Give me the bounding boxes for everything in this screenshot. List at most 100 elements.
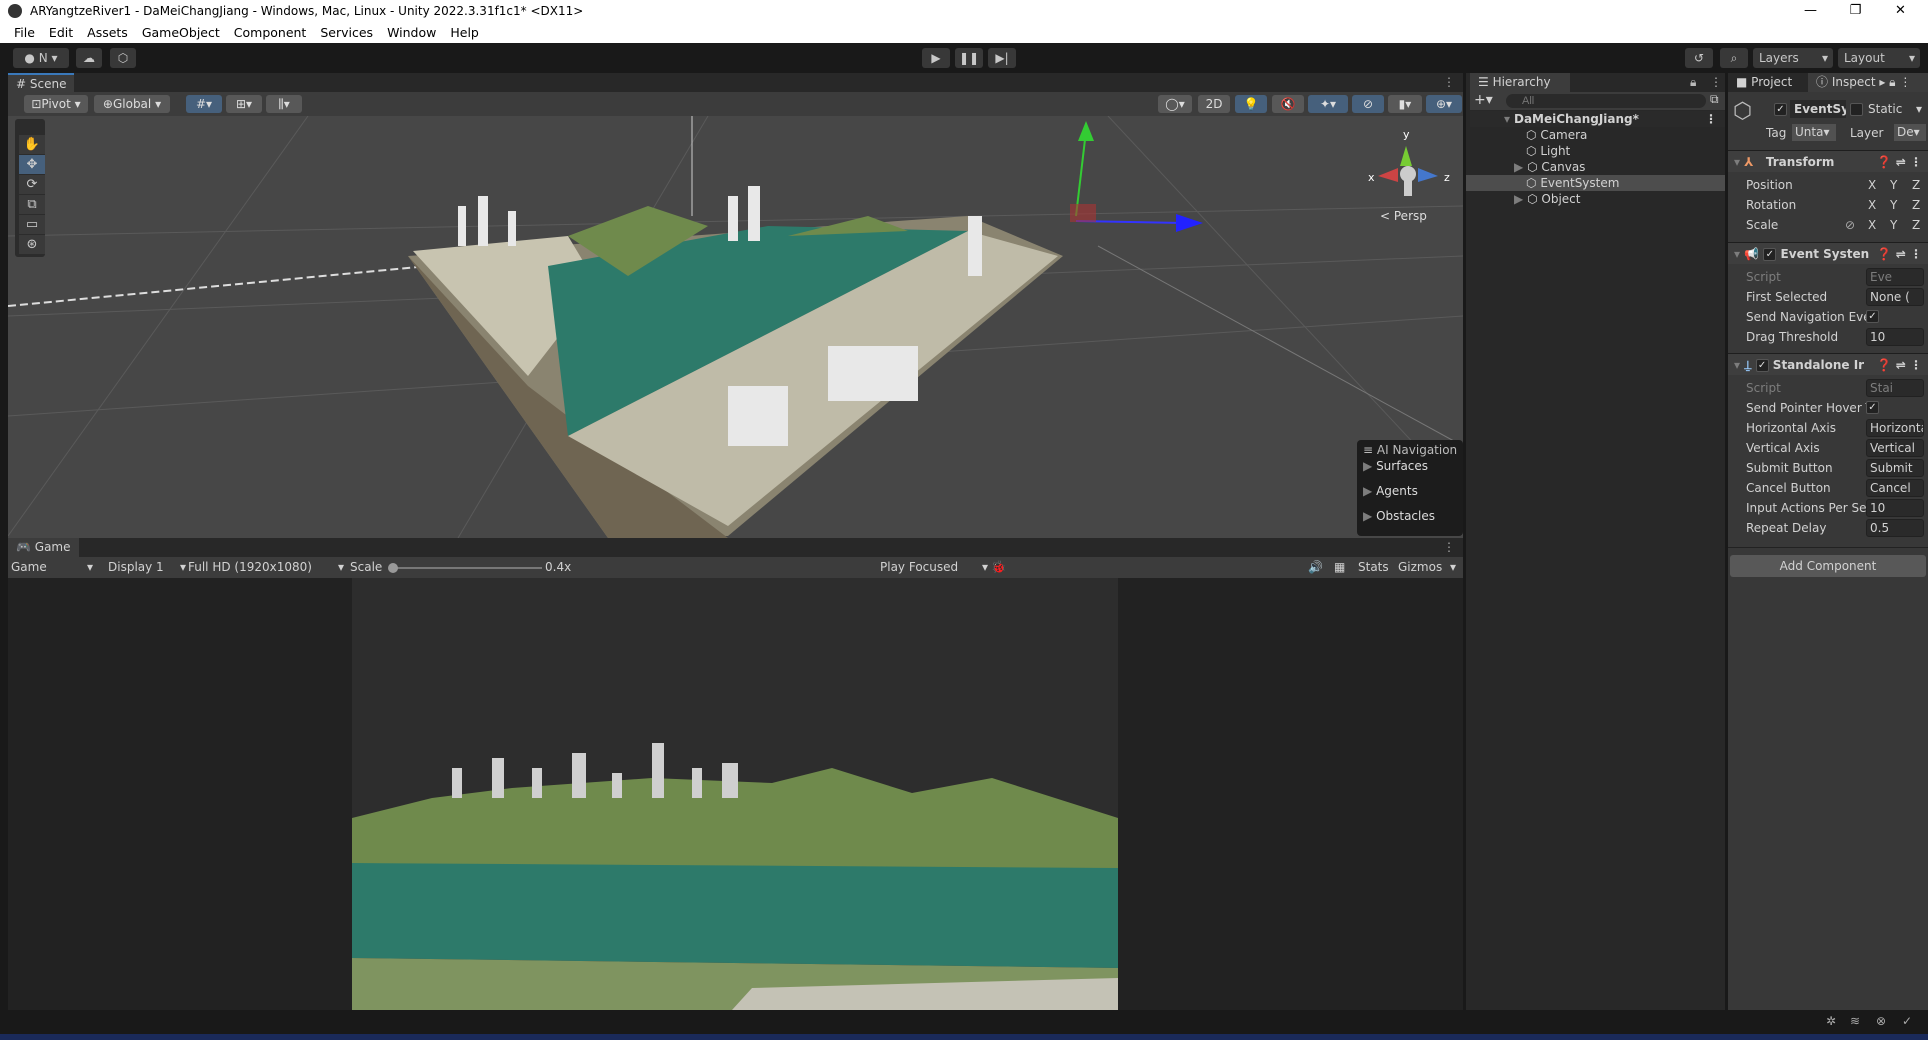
tab-project[interactable]: ■ Project	[1728, 73, 1808, 92]
stats-button[interactable]: Stats	[1358, 557, 1389, 578]
layers-dropdown[interactable]: Layers ▾	[1753, 48, 1833, 68]
tab-hierarchy[interactable]: ☰ Hierarchy	[1470, 73, 1570, 92]
static-dropdown[interactable]: ▾	[1916, 102, 1922, 116]
gizmos-button[interactable]: Gizmos	[1398, 557, 1442, 578]
account-button[interactable]: ● N ▾	[13, 48, 69, 68]
hierarchy-item-camera[interactable]: ⬡ Camera	[1466, 127, 1721, 143]
snap-increment-button[interactable]: ⊞▾	[226, 95, 262, 113]
constrain-proportions-icon[interactable]: ⊘	[1845, 218, 1855, 232]
drag-threshold-field[interactable]: 10	[1866, 328, 1924, 346]
hierarchy-item-light[interactable]: ⬡ Light	[1466, 143, 1721, 159]
play-focused-dropdown[interactable]: Play Focused ▾	[880, 557, 992, 578]
hand-tool[interactable]: ✋	[19, 135, 45, 154]
pause-button[interactable]: ❚❚	[955, 48, 983, 68]
object-name-field[interactable]: EventSy	[1790, 100, 1846, 118]
hierarchy-scene-root[interactable]: ▾ DaMeiChangJiang* ⋮	[1470, 111, 1725, 127]
add-button[interactable]: +▾	[1474, 92, 1493, 108]
grid-icon[interactable]: ▦	[1334, 557, 1345, 578]
menu-help[interactable]: Help	[450, 22, 479, 43]
ai-nav-obstacles[interactable]: ▶ Obstacles	[1363, 509, 1435, 523]
menu-edit[interactable]: Edit	[49, 22, 73, 43]
hierarchy-item-canvas[interactable]: ▶ ⬡ Canvas	[1466, 159, 1721, 175]
audio-toggle[interactable]: 🔇	[1272, 95, 1304, 113]
more-options-icon[interactable]: ⋮	[1443, 75, 1455, 89]
tab-inspector[interactable]: ⓘ Inspect ▸ 🔒︎ ⋮	[1808, 73, 1928, 92]
more-options-icon[interactable]: ⋮	[1710, 75, 1722, 89]
step-button[interactable]: ▶|	[988, 48, 1016, 68]
hierarchy-item-eventsystem[interactable]: ⬡ EventSystem	[1466, 175, 1725, 191]
draw-mode-dropdown[interactable]: ◯▾	[1158, 95, 1192, 113]
active-checkbox[interactable]: ✓	[1774, 103, 1787, 116]
layout-dropdown[interactable]: Layout ▾	[1838, 48, 1920, 68]
rect-tool[interactable]: ▭	[19, 215, 45, 234]
transform-tool[interactable]: ⊛	[19, 235, 45, 254]
cloud-button[interactable]: ☁	[76, 48, 102, 68]
game-viewport[interactable]	[8, 578, 1463, 1010]
search-button[interactable]: ⌕	[1720, 48, 1748, 68]
horizontal-axis-field[interactable]: Horizonta	[1866, 419, 1924, 437]
status-check-icon[interactable]: ✓	[1902, 1014, 1912, 1028]
hierarchy-item-object[interactable]: ▶ ⬡ Object	[1466, 191, 1721, 207]
submit-button-field[interactable]: Submit	[1866, 459, 1924, 477]
gizmos-dropdown-arrow[interactable]: ▾	[1450, 557, 1456, 578]
transform-header[interactable]: ▾ ⅄ Transform ❓ ⇌ ⋮	[1728, 150, 1928, 172]
display-dropdown[interactable]: Display 1 ▾	[108, 557, 188, 578]
static-checkbox[interactable]	[1850, 103, 1863, 116]
pivot-dropdown[interactable]: ⊡Pivot ▾	[24, 95, 88, 113]
close-button[interactable]: ✕	[1878, 0, 1923, 22]
game-mode-dropdown[interactable]: Game ▾	[11, 557, 97, 578]
vertical-axis-field[interactable]: Vertical	[1866, 439, 1924, 457]
menu-file[interactable]: File	[14, 22, 35, 43]
tab-scene[interactable]: # Scene	[8, 73, 75, 92]
menu-component[interactable]: Component	[234, 22, 307, 43]
menu-assets[interactable]: Assets	[87, 22, 128, 43]
more-options-icon[interactable]: ⋮	[1443, 540, 1455, 554]
minimize-button[interactable]: —	[1788, 0, 1833, 22]
ai-nav-surfaces[interactable]: ▶ Surfaces	[1363, 459, 1428, 473]
repeat-delay-field[interactable]: 0.5	[1866, 519, 1924, 537]
stack-icon[interactable]: ≋	[1850, 1014, 1860, 1028]
undo-history-button[interactable]: ↺	[1685, 48, 1713, 68]
send-navigation-checkbox[interactable]: ✓	[1866, 310, 1879, 323]
tab-game[interactable]: 🎮 Game	[8, 538, 79, 557]
open-scene-icon[interactable]: ⧉	[1710, 92, 1719, 107]
collab-button[interactable]: ⬡	[110, 48, 136, 68]
hierarchy-search-input[interactable]	[1506, 94, 1706, 108]
scale-slider-thumb[interactable]	[388, 563, 398, 573]
align-button[interactable]: ⫼▾	[266, 95, 302, 113]
scene-viewport[interactable]: y x z < Persp ✋ ✥ ⟳ ⧉ ▭ ⊛ ≡ AI Navigatio…	[8, 116, 1463, 538]
global-dropdown[interactable]: ⊕Global ▾	[94, 95, 170, 113]
menu-services[interactable]: Services	[320, 22, 373, 43]
input-actions-field[interactable]: 10	[1866, 499, 1924, 517]
scene-visibility-toggle[interactable]: ⊘	[1352, 95, 1384, 113]
move-tool[interactable]: ✥	[19, 155, 45, 174]
audio-icon[interactable]: 🔊	[1308, 557, 1323, 578]
camera-dropdown[interactable]: ▮▾	[1388, 95, 1422, 113]
effects-dropdown[interactable]: ✦▾	[1308, 95, 1348, 113]
play-button[interactable]: ▶	[922, 48, 950, 68]
add-component-button[interactable]: Add Component	[1730, 555, 1926, 577]
debug-icon[interactable]: ✲	[1826, 1014, 1836, 1028]
2d-toggle[interactable]: 2D	[1198, 95, 1230, 113]
persp-label[interactable]: < Persp	[1380, 209, 1427, 223]
ai-nav-agents[interactable]: ▶ Agents	[1363, 484, 1418, 498]
cancel-button-field[interactable]: Cancel	[1866, 479, 1924, 497]
scale-tool[interactable]: ⧉	[19, 195, 45, 214]
send-pointer-hover-checkbox[interactable]: ✓	[1866, 401, 1879, 414]
event-system-header[interactable]: ▾ 📢 ✓ Event Systen ❓ ⇌ ⋮	[1728, 242, 1928, 264]
lock-icon[interactable]: 🔒︎	[1690, 75, 1696, 90]
standalone-input-header[interactable]: ▾ ⍊ ✓ Standalone Ir ❓ ⇌ ⋮	[1728, 353, 1928, 375]
lighting-toggle[interactable]: 💡	[1235, 95, 1267, 113]
rotate-tool[interactable]: ⟳	[19, 175, 45, 194]
scale-slider[interactable]	[388, 563, 542, 573]
gizmos-toggle[interactable]: ⊕▾	[1426, 95, 1462, 113]
network-icon[interactable]: ⊗	[1876, 1014, 1886, 1028]
menu-gameobject[interactable]: GameObject	[142, 22, 220, 43]
maximize-button[interactable]: ❐	[1833, 0, 1878, 22]
tag-dropdown[interactable]: Unta▾	[1792, 124, 1836, 141]
resolution-dropdown[interactable]: Full HD (1920x1080) ▾	[188, 557, 348, 578]
bug-icon[interactable]: 🐞	[991, 557, 1006, 578]
layer-dropdown[interactable]: De▾	[1894, 124, 1926, 141]
first-selected-field[interactable]: None (	[1866, 288, 1924, 306]
menu-window[interactable]: Window	[387, 22, 436, 43]
